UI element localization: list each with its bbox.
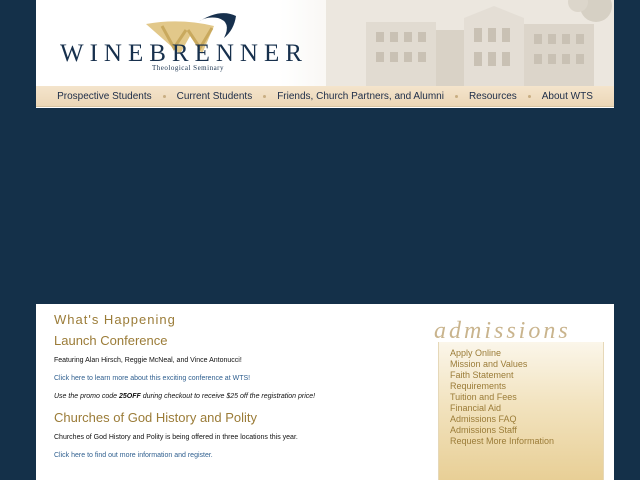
- event-link[interactable]: Click here to find out more information …: [54, 451, 424, 460]
- event-description: Featuring Alan Hirsch, Reggie McNeal, an…: [54, 357, 242, 364]
- nav-current-students[interactable]: Current Students: [166, 91, 264, 102]
- event-title: Launch Conference: [54, 333, 168, 348]
- nav-prospective-students[interactable]: Prospective Students: [46, 91, 163, 102]
- promo-text-after: during checkout to receive $25 off the r…: [140, 393, 316, 400]
- admissions-link-apply-online[interactable]: Apply Online: [450, 348, 554, 359]
- event-link[interactable]: Click here to learn more about this exci…: [54, 374, 424, 383]
- admissions-link-mission-values[interactable]: Mission and Values: [450, 359, 554, 370]
- admissions-link-tuition-fees[interactable]: Tuition and Fees: [450, 392, 554, 403]
- admissions-link-faith-statement[interactable]: Faith Statement: [450, 370, 554, 381]
- admissions-link-staff[interactable]: Admissions Staff: [450, 425, 554, 436]
- nav-friends-partners-alumni[interactable]: Friends, Church Partners, and Alumni: [266, 91, 455, 102]
- event-description: Churches of God History and Polity is be…: [54, 434, 298, 441]
- admissions-menu: Apply Online Mission and Values Faith St…: [450, 348, 554, 447]
- admissions-link-faq[interactable]: Admissions FAQ: [450, 414, 554, 425]
- admissions-sidebar: admissions Apply Online Mission and Valu…: [434, 318, 606, 480]
- site-subtitle: Theological Seminary: [152, 64, 225, 72]
- campus-building-image: [326, 0, 614, 86]
- site-header: WINEBRENNER Theological Seminary: [36, 0, 614, 86]
- hero-banner: [36, 108, 614, 304]
- admissions-link-request-info[interactable]: Request More Information: [450, 436, 554, 447]
- promo-code: 25OFF: [118, 393, 141, 400]
- event-title: Churches of God History and Polity: [54, 410, 258, 425]
- page-container: WINEBRENNER Theological Seminary Prospec…: [36, 0, 614, 480]
- nav-about-wts[interactable]: About WTS: [531, 91, 604, 102]
- admissions-link-financial-aid[interactable]: Financial Aid: [450, 403, 554, 414]
- admissions-heading: admissions: [434, 318, 571, 344]
- news-section: What's Happening Launch Conference Featu…: [54, 312, 424, 469]
- admissions-link-requirements[interactable]: Requirements: [450, 381, 554, 392]
- promo-text-before: Use the promo code: [54, 393, 119, 400]
- main-nav: Prospective Students Current Students Fr…: [36, 86, 614, 107]
- section-title: What's Happening: [54, 312, 176, 327]
- promo-text: Use the promo code 25OFF during checkout…: [54, 392, 424, 401]
- nav-resources[interactable]: Resources: [458, 91, 528, 102]
